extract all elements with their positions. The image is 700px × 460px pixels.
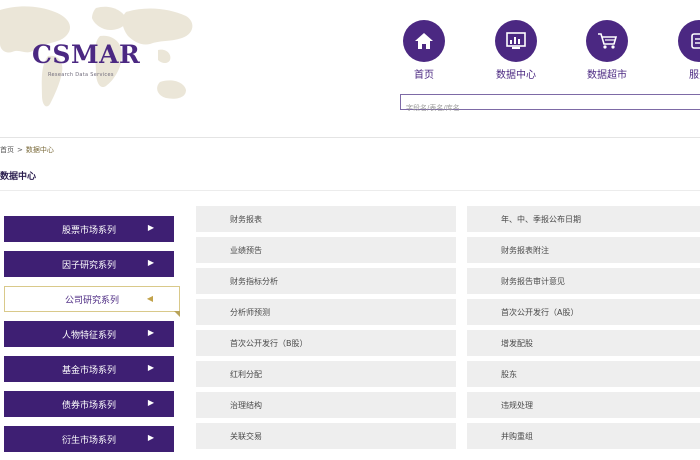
header-divider xyxy=(0,137,700,138)
database-item[interactable]: 违规处理 xyxy=(467,392,700,418)
triangle-right-icon: ▶ xyxy=(147,328,154,337)
triangle-right-icon: ▶ xyxy=(147,398,154,407)
sidebar-item-person-traits[interactable]: 人物特征系列 ▶ xyxy=(4,321,174,347)
sidebar-item-label: 公司研究系列 xyxy=(64,295,119,306)
database-item[interactable]: 首次公开发行（A股） xyxy=(467,299,700,325)
nav-label-data-center[interactable]: 数据中心 xyxy=(481,66,551,81)
nav-item-home[interactable]: 首页 xyxy=(389,20,459,84)
sidebar-item-label: 衍生市场系列 xyxy=(61,435,116,446)
database-item[interactable]: 红利分配 xyxy=(196,361,456,387)
title-divider xyxy=(0,190,700,191)
nav-item-service[interactable]: 服务 xyxy=(664,20,700,84)
breadcrumb-current: 数据中心 xyxy=(25,146,54,154)
search-input[interactable] xyxy=(406,102,686,114)
triangle-right-icon: ▶ xyxy=(147,433,154,442)
service-icon xyxy=(691,33,700,49)
sidebar-item-stock-market[interactable]: 股票市场系列 ▶ xyxy=(4,216,174,242)
database-item[interactable]: 分析师预测 xyxy=(196,299,456,325)
nav-item-data-center[interactable]: 数据中心 xyxy=(481,20,551,84)
database-item[interactable]: 增发配股 xyxy=(467,330,700,356)
sidebar-item-bond-market[interactable]: 债券市场系列 ▶ xyxy=(4,391,174,417)
triangle-left-icon: ◀ xyxy=(146,294,153,303)
database-item[interactable]: 股东 xyxy=(467,361,700,387)
database-item[interactable]: 财务报告审计意见 xyxy=(467,268,700,294)
sidebar-item-label: 股票市场系列 xyxy=(61,225,116,236)
site-header: CSMAR Research Data Services 首页 数据中心 数据超… xyxy=(0,0,700,138)
search-box[interactable] xyxy=(400,94,700,114)
database-item[interactable]: 治理结构 xyxy=(196,392,456,418)
data-chart-icon xyxy=(506,32,526,49)
sidebar: 股票市场系列 ▶ 因子研究系列 ▶ 公司研究系列 ◀ 人物特征系列 ▶ 基金市场… xyxy=(0,204,180,460)
sidebar-item-derivatives-market[interactable]: 衍生市场系列 ▶ xyxy=(4,426,174,452)
brand-tagline: Research Data Services xyxy=(48,72,114,78)
nav-service-circle[interactable] xyxy=(678,20,700,62)
breadcrumb: 首页 > 数据中心 xyxy=(0,145,54,155)
home-icon xyxy=(415,33,433,49)
database-item[interactable]: 关联交易 xyxy=(196,423,456,449)
breadcrumb-home[interactable]: 首页 xyxy=(0,146,14,154)
sidebar-item-label: 债券市场系列 xyxy=(61,400,116,411)
database-item[interactable]: 财务报表 xyxy=(196,206,456,232)
database-item[interactable]: 业绩预告 xyxy=(196,237,456,263)
nav-home-circle[interactable] xyxy=(403,20,445,62)
database-item[interactable]: 首次公开发行（B股） xyxy=(196,330,456,356)
nav-label-service[interactable]: 服务 xyxy=(664,66,700,81)
sidebar-item-label: 人物特征系列 xyxy=(61,330,116,341)
database-item[interactable]: 财务报表附注 xyxy=(467,237,700,263)
nav-label-home[interactable]: 首页 xyxy=(389,66,459,81)
sidebar-item-company-research[interactable]: 公司研究系列 ◀ xyxy=(4,286,180,317)
sidebar-item-label: 基金市场系列 xyxy=(61,365,116,376)
database-item[interactable]: 年、中、季报公布日期 xyxy=(467,206,700,232)
sidebar-item-fund-market[interactable]: 基金市场系列 ▶ xyxy=(4,356,174,382)
nav-label-data-market[interactable]: 数据超市 xyxy=(572,66,642,81)
sidebar-item-factor-research[interactable]: 因子研究系列 ▶ xyxy=(4,251,174,277)
triangle-right-icon: ▶ xyxy=(147,363,154,372)
sidebar-item-label: 因子研究系列 xyxy=(61,260,116,271)
triangle-right-icon: ▶ xyxy=(147,258,154,267)
nav-data-circle[interactable] xyxy=(495,20,537,62)
nav-market-circle[interactable] xyxy=(586,20,628,62)
breadcrumb-separator: > xyxy=(17,146,23,154)
page-title: 数据中心 xyxy=(0,172,37,182)
database-item[interactable]: 并购重组 xyxy=(467,423,700,449)
shopping-cart-icon xyxy=(598,33,618,49)
triangle-right-icon: ▶ xyxy=(147,223,154,232)
database-item[interactable]: 财务指标分析 xyxy=(196,268,456,294)
brand-logo[interactable]: CSMAR xyxy=(32,40,140,69)
nav-item-data-market[interactable]: 数据超市 xyxy=(572,20,642,84)
